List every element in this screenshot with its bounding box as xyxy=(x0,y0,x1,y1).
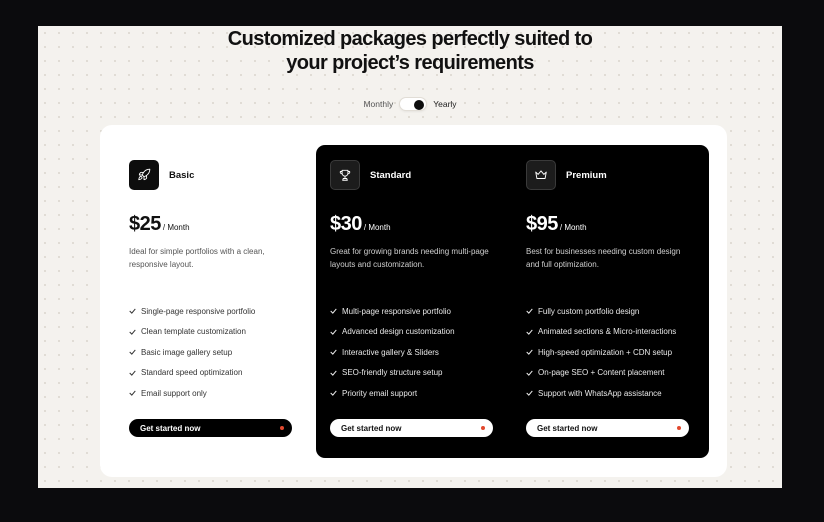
cta-label: Get started now xyxy=(341,423,402,433)
accent-dot xyxy=(481,426,485,430)
check-icon xyxy=(129,370,137,376)
feature-list: Fully custom portfolio design Animated s… xyxy=(526,301,676,404)
feature-item: Email support only xyxy=(129,383,255,404)
feature-item: Multi-page responsive portfolio xyxy=(330,301,455,322)
check-icon xyxy=(330,349,338,356)
price-period: / Month xyxy=(559,223,587,232)
plan-name: Basic xyxy=(169,170,195,181)
feature-text: SEO-friendly structure setup xyxy=(342,368,443,378)
plan-description: Best for businesses needing custom desig… xyxy=(526,247,681,269)
feature-text: On-page SEO + Content placement xyxy=(538,368,665,378)
check-icon xyxy=(129,349,137,356)
check-icon xyxy=(330,329,338,335)
feature-item: Priority email support xyxy=(330,383,455,404)
get-started-button-standard[interactable]: Get started now xyxy=(330,419,493,437)
plan-name: Standard xyxy=(370,170,412,181)
plan-card-standard: Standard $30/ Month Great for growing br… xyxy=(330,125,510,477)
plan-description: Ideal for simple portfolios with a clean… xyxy=(129,247,265,269)
check-icon xyxy=(129,329,137,335)
check-icon xyxy=(129,308,137,315)
check-icon xyxy=(526,390,534,397)
monthly-label[interactable]: Monthly xyxy=(363,99,393,109)
feature-text: Basic image gallery setup xyxy=(141,347,233,357)
plan-description: Great for growing brands needing multi-p… xyxy=(330,247,489,269)
check-icon xyxy=(526,349,534,356)
feature-item: Interactive gallery & Sliders xyxy=(330,342,455,363)
rocket-icon xyxy=(129,160,159,190)
check-icon xyxy=(330,390,338,397)
plan-card-premium: Premium $95/ Month Best for businesses n… xyxy=(526,125,706,477)
cta-label: Get started now xyxy=(537,423,598,433)
feature-item: SEO-friendly structure setup xyxy=(330,363,455,384)
feature-item: Single-page responsive portfolio xyxy=(129,301,255,322)
feature-item: Advanced design customization xyxy=(330,322,455,343)
billing-switch[interactable] xyxy=(399,97,428,111)
heading-line-1: Customized packages perfectly suited to xyxy=(227,28,593,50)
feature-text: Advanced design customization xyxy=(342,327,455,337)
check-icon xyxy=(330,370,338,376)
plan-price: $95/ Month xyxy=(526,213,587,236)
feature-text: Fully custom portfolio design xyxy=(538,306,640,316)
price-period: / Month xyxy=(363,223,391,232)
accent-dot xyxy=(280,426,284,430)
feature-item: Support with WhatsApp assistance xyxy=(526,383,676,404)
check-icon xyxy=(526,308,534,315)
price-amount: $25 xyxy=(129,213,161,235)
check-icon xyxy=(526,370,534,376)
section-heading: Customized packages perfectly suited to … xyxy=(38,26,782,75)
feature-list: Multi-page responsive portfolio Advanced… xyxy=(330,301,455,404)
plan-price: $30/ Month xyxy=(330,213,391,236)
plan-card-basic: Basic $25/ Month Ideal for simple portfo… xyxy=(129,125,309,477)
plan-name: Premium xyxy=(566,170,607,181)
price-period: / Month xyxy=(162,223,190,232)
get-started-button-premium[interactable]: Get started now xyxy=(526,419,689,437)
feature-text: Priority email support xyxy=(342,388,418,398)
yearly-label[interactable]: Yearly xyxy=(433,99,456,109)
check-icon xyxy=(526,329,534,335)
feature-text: Clean template customization xyxy=(141,327,246,337)
feature-item: On-page SEO + Content placement xyxy=(526,363,676,384)
get-started-button-basic[interactable]: Get started now xyxy=(129,419,292,437)
feature-item: Animated sections & Micro-interactions xyxy=(526,322,676,343)
price-amount: $95 xyxy=(526,213,558,235)
accent-dot xyxy=(677,426,681,430)
feature-text: Interactive gallery & Sliders xyxy=(342,347,439,357)
pricing-panel: Basic $25/ Month Ideal for simple portfo… xyxy=(100,125,727,477)
switch-knob xyxy=(414,99,425,110)
feature-text: Multi-page responsive portfolio xyxy=(342,306,451,316)
feature-item: Basic image gallery setup xyxy=(129,342,255,363)
plan-price: $25/ Month xyxy=(129,213,190,236)
price-amount: $30 xyxy=(330,213,362,235)
pricing-section: Customized packages perfectly suited to … xyxy=(38,26,782,488)
feature-text: Animated sections & Micro-interactions xyxy=(538,327,677,337)
billing-toggle: Monthly Yearly xyxy=(38,97,782,111)
cta-label: Get started now xyxy=(140,423,201,433)
feature-text: Email support only xyxy=(141,388,207,398)
feature-item: Standard speed optimization xyxy=(129,363,255,384)
feature-item: Fully custom portfolio design xyxy=(526,301,676,322)
feature-item: Clean template customization xyxy=(129,322,255,343)
trophy-icon xyxy=(330,160,360,190)
feature-text: Support with WhatsApp assistance xyxy=(538,388,662,398)
feature-list: Single-page responsive portfolio Clean t… xyxy=(129,301,255,404)
heading-line-2: your project’s requirements xyxy=(286,52,534,74)
feature-text: Standard speed optimization xyxy=(141,368,243,378)
crown-icon xyxy=(526,160,556,190)
check-icon xyxy=(129,390,137,397)
check-icon xyxy=(330,308,338,315)
feature-text: High-speed optimization + CDN setup xyxy=(538,347,673,357)
feature-item: High-speed optimization + CDN setup xyxy=(526,342,676,363)
feature-text: Single-page responsive portfolio xyxy=(141,306,256,316)
